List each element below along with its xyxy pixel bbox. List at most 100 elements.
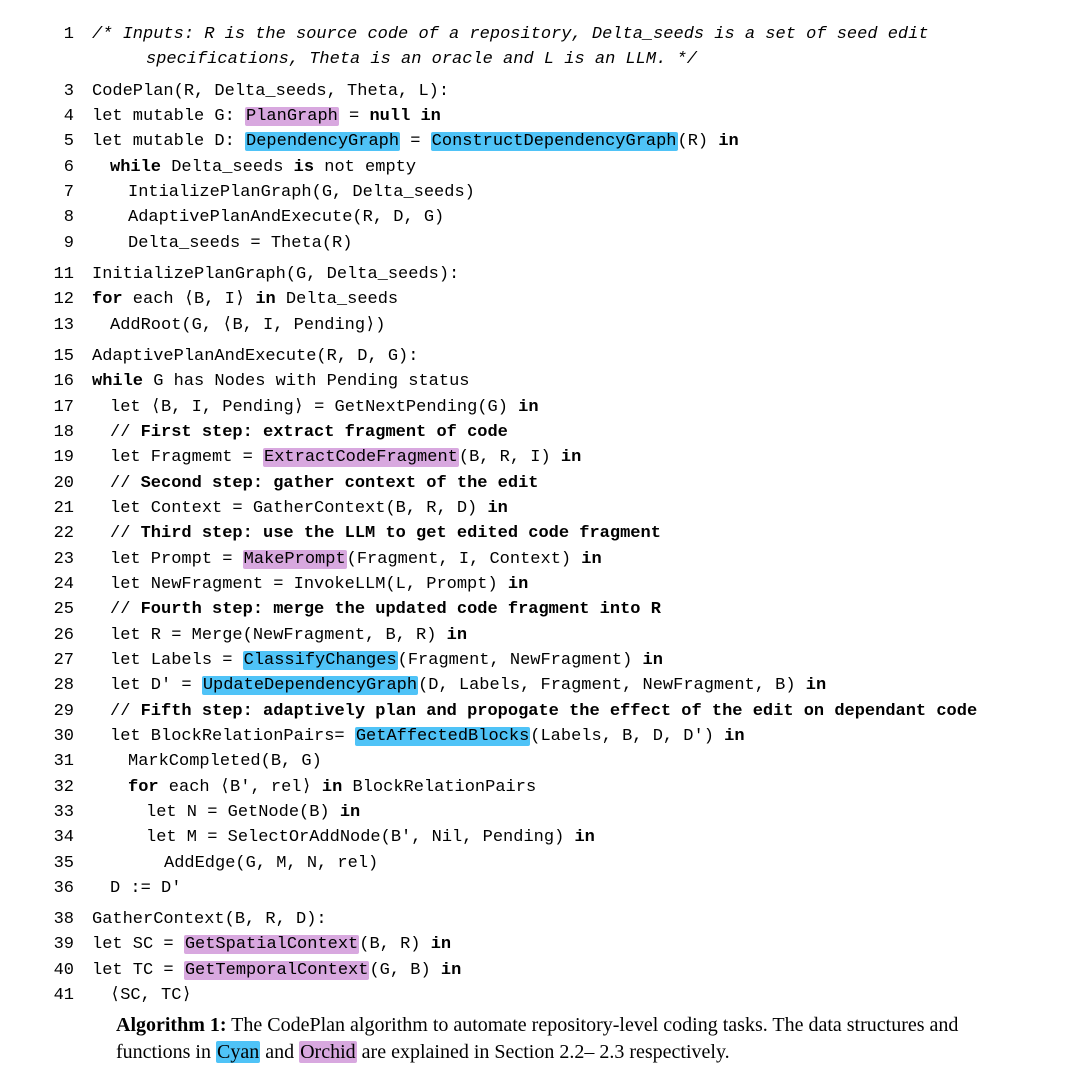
code-text: InitializePlanGraph(G, Delta_seeds): <box>74 262 459 287</box>
code-text: let M = SelectOrAddNode(B', Nil, Pending… <box>74 825 595 850</box>
code-line: specifications, Theta is an oracle and L… <box>40 47 1040 72</box>
code-text: AddRoot(G, ⟨B, I, Pending⟩) <box>74 313 386 338</box>
code-text: let ⟨B, I, Pending⟩ = GetNextPending(G) … <box>74 395 539 420</box>
line-number: 33 <box>40 800 74 825</box>
code-text: let Fragmemt = ExtractCodeFragment(B, R,… <box>74 445 581 470</box>
highlight-cyan: UpdateDependencyGraph <box>202 676 418 695</box>
line-number: 18 <box>40 420 74 445</box>
code-text: ⟨SC, TC⟩ <box>74 983 192 1008</box>
line-number: 39 <box>40 932 74 957</box>
line-number: 29 <box>40 699 74 724</box>
code-text: IntializePlanGraph(G, Delta_seeds) <box>74 180 475 205</box>
code-line: 34let M = SelectOrAddNode(B', Nil, Pendi… <box>40 825 1040 850</box>
code-text: let D' = UpdateDependencyGraph(D, Labels… <box>74 673 826 698</box>
code-text: let BlockRelationPairs= GetAffectedBlock… <box>74 724 745 749</box>
line-number: 17 <box>40 395 74 420</box>
code-text: for each ⟨B, I⟩ in Delta_seeds <box>74 287 398 312</box>
line-number: 30 <box>40 724 74 749</box>
code-line: 40let TC = GetTemporalContext(G, B) in <box>40 958 1040 983</box>
code-text: specifications, Theta is an oracle and L… <box>74 47 697 72</box>
line-number: 31 <box>40 749 74 774</box>
code-line: 13AddRoot(G, ⟨B, I, Pending⟩) <box>40 313 1040 338</box>
code-text: for each ⟨B′, rel⟩ in BlockRelationPairs <box>74 775 536 800</box>
code-text: let SC = GetSpatialContext(B, R) in <box>74 932 451 957</box>
code-text: AddEdge(G, M, N, rel) <box>74 851 378 876</box>
code-line: 36D := D' <box>40 876 1040 901</box>
code-text: // Third step: use the LLM to get edited… <box>74 521 661 546</box>
line-number: 23 <box>40 547 74 572</box>
code-text: let Prompt = MakePrompt(Fragment, I, Con… <box>74 547 602 572</box>
code-text: // First step: extract fragment of code <box>74 420 508 445</box>
line-number: 6 <box>40 155 74 180</box>
highlight-orchid: GetSpatialContext <box>184 935 359 954</box>
code-line: 20// Second step: gather context of the … <box>40 471 1040 496</box>
code-line: 6while Delta_seeds is not empty <box>40 155 1040 180</box>
code-line: 5let mutable D: DependencyGraph = Constr… <box>40 129 1040 154</box>
code-line: 19let Fragmemt = ExtractCodeFragment(B, … <box>40 445 1040 470</box>
highlight-cyan: Cyan <box>216 1041 260 1063</box>
line-number: 21 <box>40 496 74 521</box>
line-number: 28 <box>40 673 74 698</box>
line-number: 27 <box>40 648 74 673</box>
line-number: 35 <box>40 851 74 876</box>
code-text: let TC = GetTemporalContext(G, B) in <box>74 958 461 983</box>
code-text: while Delta_seeds is not empty <box>74 155 416 180</box>
code-text: MarkCompleted(B, G) <box>74 749 322 774</box>
code-line: 26let R = Merge(NewFragment, B, R) in <box>40 623 1040 648</box>
code-line: 4let mutable G: PlanGraph = null in <box>40 104 1040 129</box>
code-text: let Labels = ClassifyChanges(Fragment, N… <box>74 648 663 673</box>
code-text: let mutable D: DependencyGraph = Constru… <box>74 129 739 154</box>
code-line: 27let Labels = ClassifyChanges(Fragment,… <box>40 648 1040 673</box>
code-line: 15AdaptivePlanAndExecute(R, D, G): <box>40 344 1040 369</box>
code-text: // Second step: gather context of the ed… <box>74 471 538 496</box>
line-number: 8 <box>40 205 74 230</box>
code-text: let R = Merge(NewFragment, B, R) in <box>74 623 467 648</box>
line-number: 32 <box>40 775 74 800</box>
code-text: let mutable G: PlanGraph = null in <box>74 104 441 129</box>
code-line: 18// First step: extract fragment of cod… <box>40 420 1040 445</box>
line-number: 34 <box>40 825 74 850</box>
code-line: 24let NewFragment = InvokeLLM(L, Prompt)… <box>40 572 1040 597</box>
code-line: 41⟨SC, TC⟩ <box>40 983 1040 1008</box>
code-line: 7IntializePlanGraph(G, Delta_seeds) <box>40 180 1040 205</box>
line-number: 25 <box>40 597 74 622</box>
highlight-orchid: GetTemporalContext <box>184 961 370 980</box>
code-text: CodePlan(R, Delta_seeds, Theta, L): <box>74 79 449 104</box>
code-line: 31MarkCompleted(B, G) <box>40 749 1040 774</box>
code-line: 23let Prompt = MakePrompt(Fragment, I, C… <box>40 547 1040 572</box>
code-line: 16while G has Nodes with Pending status <box>40 369 1040 394</box>
code-line: 39let SC = GetSpatialContext(B, R) in <box>40 932 1040 957</box>
line-number: 9 <box>40 231 74 256</box>
code-line: 22// Third step: use the LLM to get edit… <box>40 521 1040 546</box>
code-text: AdaptivePlanAndExecute(R, D, G): <box>74 344 418 369</box>
caption-lead: Algorithm 1: <box>116 1014 227 1036</box>
line-number: 4 <box>40 104 74 129</box>
line-number: 40 <box>40 958 74 983</box>
code-text: // Fourth step: merge the updated code f… <box>74 597 661 622</box>
code-line: 32for each ⟨B′, rel⟩ in BlockRelationPai… <box>40 775 1040 800</box>
line-number: 15 <box>40 344 74 369</box>
line-number: 7 <box>40 180 74 205</box>
line-number: 13 <box>40 313 74 338</box>
code-text: while G has Nodes with Pending status <box>74 369 469 394</box>
highlight-orchid: PlanGraph <box>245 107 339 126</box>
highlight-cyan: ConstructDependencyGraph <box>431 132 678 151</box>
code-line: 9Delta_seeds = Theta(R) <box>40 231 1040 256</box>
code-line: 17let ⟨B, I, Pending⟩ = GetNextPending(G… <box>40 395 1040 420</box>
code-line: 3CodePlan(R, Delta_seeds, Theta, L): <box>40 79 1040 104</box>
code-line: 38GatherContext(B, R, D): <box>40 907 1040 932</box>
line-number: 11 <box>40 262 74 287</box>
line-number: 24 <box>40 572 74 597</box>
line-number: 5 <box>40 129 74 154</box>
code-text: GatherContext(B, R, D): <box>74 907 327 932</box>
code-line: 28let D' = UpdateDependencyGraph(D, Labe… <box>40 673 1040 698</box>
highlight-cyan: GetAffectedBlocks <box>355 727 530 746</box>
line-number: 1 <box>40 22 74 47</box>
code-text: let N = GetNode(B) in <box>74 800 360 825</box>
code-text: AdaptivePlanAndExecute(R, D, G) <box>74 205 444 230</box>
highlight-cyan: ClassifyChanges <box>243 651 398 670</box>
code-text: /* Inputs: R is the source code of a rep… <box>74 22 929 47</box>
code-line: 12for each ⟨B, I⟩ in Delta_seeds <box>40 287 1040 312</box>
code-line: 8AdaptivePlanAndExecute(R, D, G) <box>40 205 1040 230</box>
line-number: 22 <box>40 521 74 546</box>
